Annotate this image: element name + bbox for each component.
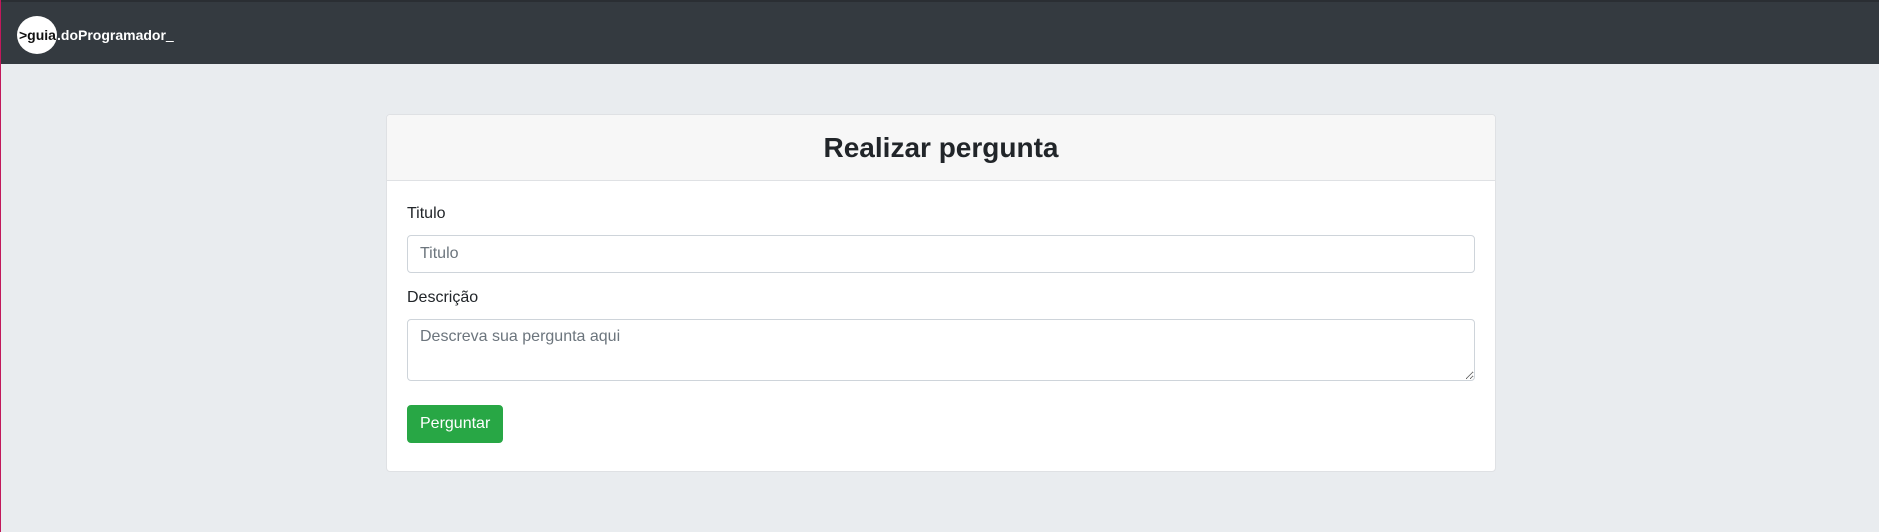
- logo-cursor: _: [165, 27, 174, 43]
- brand-logo[interactable]: >guia .doProgramador_: [17, 16, 174, 54]
- question-card: Realizar pergunta Titulo Descrição Pergu…: [386, 114, 1496, 472]
- descricao-textarea[interactable]: [407, 319, 1475, 381]
- logo-name: .doProgramador: [57, 27, 166, 43]
- window-edge: [0, 0, 1, 532]
- page-title: Realizar pergunta: [823, 131, 1059, 163]
- descricao-label: Descrição: [407, 289, 479, 306]
- logo-prefix: >guia: [19, 27, 56, 43]
- card-body: Titulo Descrição Perguntar: [387, 181, 1495, 463]
- titulo-label: Titulo: [407, 205, 446, 222]
- logo-badge: >guia: [17, 16, 57, 54]
- descricao-group: Descrição: [407, 289, 1475, 381]
- logo-text: .doProgramador_: [57, 27, 174, 43]
- card-header: Realizar pergunta: [387, 115, 1495, 181]
- titulo-input[interactable]: [407, 235, 1475, 273]
- navbar: >guia .doProgramador_: [1, 0, 1879, 64]
- titulo-group: Titulo: [407, 205, 1475, 273]
- perguntar-button[interactable]: Perguntar: [407, 405, 504, 443]
